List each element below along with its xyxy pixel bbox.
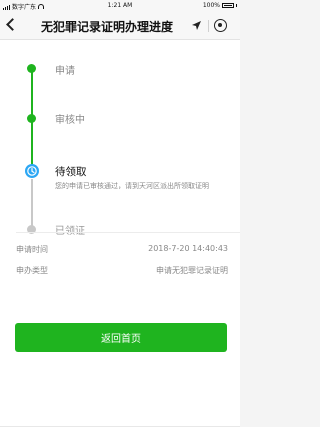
status-bar: 数字广东 1:21 AM 100% [0, 0, 240, 12]
status-right: 100% [203, 2, 237, 9]
step-label-review: 审核中 [55, 115, 85, 126]
timeline-line-done-1 [31, 68, 33, 118]
location-arrow-icon[interactable] [191, 20, 202, 31]
battery-percent: 100% [202, 2, 220, 9]
battery-tip [236, 4, 237, 7]
battery-icon [222, 3, 234, 8]
return-home-button[interactable]: 返回首页 [15, 323, 227, 352]
apply-type-label: 申办类型 [16, 266, 48, 275]
capsule-target-icon[interactable] [214, 19, 227, 32]
apply-time-value: 2018-7-20 14:40:43 [148, 244, 228, 253]
step-dot-apply [27, 64, 36, 73]
timeline-line-done-2 [31, 118, 33, 165]
info-divider-top [16, 232, 240, 233]
apply-time-label: 申请时间 [16, 245, 48, 254]
apply-type-value: 申请无犯罪记录证明 [156, 266, 228, 275]
progress-card: 申请 审核中 待领取 您的申请已审核通过，请到天河区派出所领取证明 已领证 申请… [0, 40, 240, 427]
back-icon[interactable] [6, 18, 19, 31]
timeline-line-pending [31, 179, 33, 227]
step-label-apply: 申请 [55, 66, 75, 77]
step-label-pickup: 待领取 [55, 166, 87, 178]
nav-divider [208, 20, 209, 32]
clock-icon [25, 164, 39, 178]
page-title: 无犯罪记录证明办理进度 [40, 20, 173, 34]
step-dot-review [27, 114, 36, 123]
step-label-received: 已领证 [55, 222, 85, 237]
nav-bar: 无犯罪记录证明办理进度 [0, 12, 240, 40]
step-description-pickup: 您的申请已审核通过，请到天河区派出所领取证明 [55, 182, 209, 190]
